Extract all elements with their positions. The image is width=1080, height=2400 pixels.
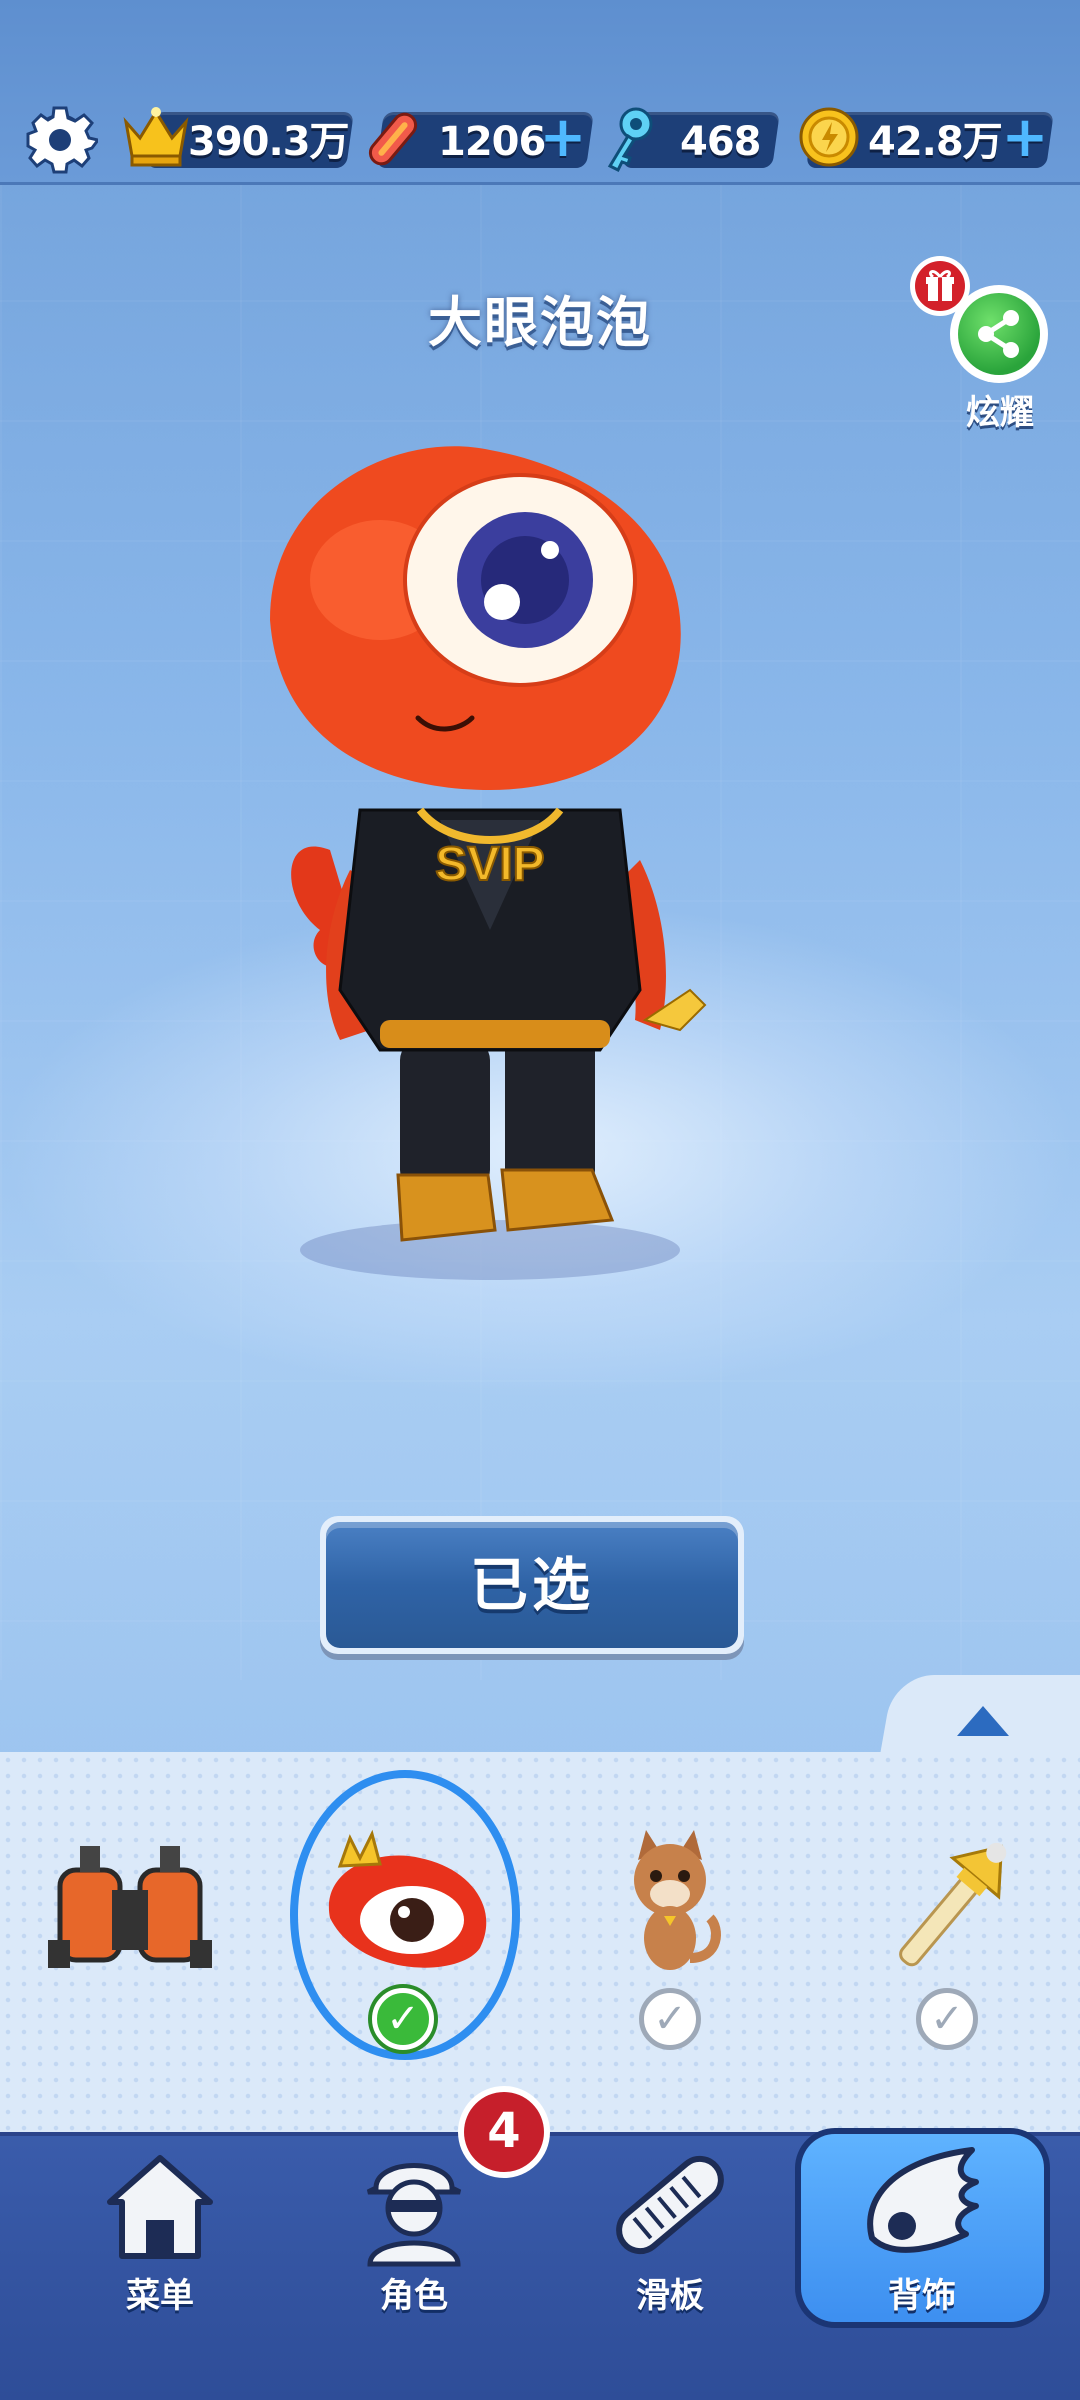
svg-text:SVIP: SVIP xyxy=(435,838,544,891)
key-count: 468 xyxy=(680,119,761,165)
crown-icon xyxy=(123,107,189,167)
add-boards-plus-icon[interactable]: + xyxy=(538,110,588,166)
character-name-title: 大眼泡泡 xyxy=(428,291,652,354)
tray-item-weibo-eye-pet[interactable]: ✓ xyxy=(300,1790,520,2090)
add-coins-plus-icon[interactable]: + xyxy=(1000,110,1050,166)
character-model-big-eye-bubble[interactable]: SVIP xyxy=(240,430,740,1290)
selected-button[interactable]: 已选 xyxy=(320,1516,744,1654)
nav-label-board: 滑板 xyxy=(636,2276,704,2316)
nav-label-accessory: 背饰 xyxy=(888,2276,956,2316)
tray-item-check-equipped: ✓ xyxy=(372,1988,434,2050)
nav-item-menu[interactable]: 菜单 xyxy=(50,2140,270,2360)
nav-item-accessory[interactable]: 背饰 xyxy=(812,2140,1032,2360)
settings-gear-icon[interactable] xyxy=(22,102,98,178)
character-silhouette-icon xyxy=(366,2163,462,2267)
tray-item-check: ✓ xyxy=(916,1988,978,2050)
cat-pet-icon xyxy=(634,1830,721,1970)
nav-label-role: 角色 xyxy=(380,2276,448,2316)
notification-count: 4 xyxy=(464,2092,544,2172)
selected-button-label: 已选 xyxy=(326,1522,738,1648)
weibo-eye-pet-icon xyxy=(328,1829,487,1968)
tray-item-jetpack[interactable] xyxy=(20,1790,240,2090)
coin-count: 42.8万 xyxy=(868,119,1003,165)
share-icon xyxy=(978,310,1019,358)
notification-badge: 4 xyxy=(458,2086,550,2178)
share-label: 炫耀 xyxy=(966,393,1034,433)
coin-icon xyxy=(799,107,859,167)
trophy-count: 390.3万 xyxy=(188,119,350,165)
skateboard-icon xyxy=(368,112,418,166)
golden-scepter-icon xyxy=(899,1842,1007,1967)
jetpack-icon xyxy=(48,1846,212,1968)
chevron-up-icon[interactable] xyxy=(957,1706,1009,1736)
nav-label-menu: 菜单 xyxy=(126,2276,194,2316)
wing-icon xyxy=(867,2147,979,2253)
key-icon xyxy=(607,107,653,173)
nav-item-board[interactable]: 滑板 xyxy=(560,2140,780,2360)
board-count: 1206 xyxy=(438,119,546,165)
tray-item-golden-scepter[interactable]: ✓ xyxy=(840,1790,1060,2090)
tray-item-cat-pet[interactable]: ✓ xyxy=(560,1790,780,2090)
home-icon xyxy=(107,2155,213,2259)
gift-badge[interactable] xyxy=(910,256,970,316)
tray-item-check: ✓ xyxy=(639,1988,701,2050)
gift-icon xyxy=(926,270,954,301)
skateboard-nav-icon xyxy=(616,2155,724,2255)
